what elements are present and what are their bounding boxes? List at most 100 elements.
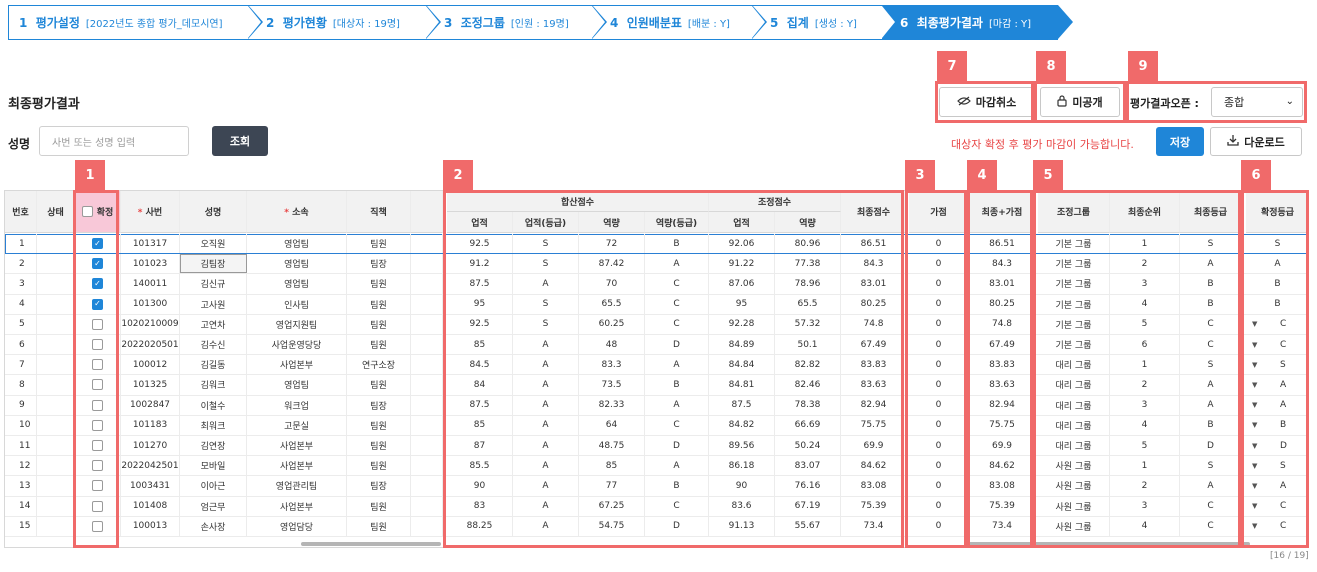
confirm-checkbox[interactable]: ✓ bbox=[92, 278, 103, 290]
cell-confirm[interactable] bbox=[75, 456, 121, 476]
cell-name[interactable]: 김길동 bbox=[180, 355, 247, 375]
table-row[interactable]: 10 101183 최워크 고문실 팀원 85 A 64 C 84.82 66.69 75.75 0 75… bbox=[5, 415, 1308, 436]
cell-confirm[interactable] bbox=[75, 355, 121, 375]
step-2[interactable]: 2 평가현황 [대상자 : 19명] bbox=[248, 5, 441, 40]
confirm-checkbox[interactable] bbox=[92, 440, 103, 452]
confirm-checkbox[interactable] bbox=[92, 480, 103, 492]
cell-confirmed-grade[interactable]: ▼ S bbox=[1246, 355, 1308, 374]
dropdown-arrow-icon[interactable]: ▼ bbox=[1252, 381, 1257, 389]
cell-confirm[interactable] bbox=[75, 415, 121, 435]
save-button[interactable]: 저장 bbox=[1156, 127, 1204, 156]
step-1[interactable]: 1 평가설정 [2022년도 종합 평가_데모시연] bbox=[8, 5, 263, 40]
cell-confirmed-grade[interactable]: ▼ C bbox=[1246, 497, 1308, 516]
confirm-checkbox[interactable] bbox=[92, 318, 103, 330]
step-4[interactable]: 4 인원배분표 [배분 : Y] bbox=[592, 5, 767, 40]
confirm-checkbox[interactable] bbox=[92, 379, 103, 391]
cell-name[interactable]: 김신규 bbox=[180, 274, 247, 294]
dropdown-arrow-icon[interactable]: ▼ bbox=[1252, 421, 1257, 429]
cell-name[interactable]: 오직원 bbox=[180, 234, 247, 254]
cell-name[interactable]: 김연장 bbox=[180, 436, 247, 456]
confirm-checkbox[interactable] bbox=[92, 460, 103, 472]
cell-confirmed-grade[interactable]: B bbox=[1246, 274, 1308, 293]
cell-name[interactable]: 엄근무 bbox=[180, 496, 247, 516]
cell-confirmed-grade[interactable]: ▼ C bbox=[1246, 517, 1308, 536]
cell-confirm[interactable] bbox=[75, 395, 121, 415]
cell-confirmed-grade[interactable]: ▼ S bbox=[1246, 456, 1308, 475]
table-row[interactable]: 14 101408 엄근무 사업본부 팀원 83 A 67.25 C 83.6 67.19 75.39… bbox=[5, 496, 1308, 517]
dropdown-arrow-icon[interactable]: ▼ bbox=[1252, 522, 1257, 530]
cell-confirmed-grade[interactable]: ▼ B bbox=[1246, 416, 1308, 435]
header-confirm-checkbox[interactable] bbox=[81, 206, 93, 217]
cell-confirmed-grade[interactable]: ▼ A bbox=[1246, 476, 1308, 495]
cell-confirmed-grade[interactable]: A bbox=[1246, 254, 1308, 273]
cell-confirm[interactable]: ✓ bbox=[75, 294, 121, 314]
confirm-checkbox[interactable]: ✓ bbox=[92, 238, 103, 250]
confirm-checkbox[interactable] bbox=[92, 339, 103, 351]
table-row[interactable]: 2 ✓ 101023 김팀장 영업팀 팀장 91.2 S 87.42 A 91.22 77.38 84.… bbox=[5, 254, 1308, 275]
confirm-checkbox[interactable] bbox=[92, 399, 103, 411]
table-row[interactable]: 11 101270 김연장 사업본부 팀원 87 A 48.75 D 89.56 50.24 69.9… bbox=[5, 436, 1308, 457]
table-row[interactable]: 8 101325 김워크 영업팀 팀원 84 A 73.5 B 84.81 82.46 83.63 0 8… bbox=[5, 375, 1308, 396]
table-row[interactable]: 15 100013 손사장 영업담당 팀원 88.25 A 54.75 D 91.13 55.67 7… bbox=[5, 516, 1308, 537]
close-cancel-button[interactable]: 마감취소 bbox=[939, 87, 1034, 117]
dropdown-arrow-icon[interactable]: ▼ bbox=[1252, 401, 1257, 409]
confirm-checkbox[interactable] bbox=[92, 520, 103, 532]
cell-confirm[interactable] bbox=[75, 314, 121, 334]
dropdown-arrow-icon[interactable]: ▼ bbox=[1252, 320, 1257, 328]
confirm-checkbox[interactable]: ✓ bbox=[92, 258, 103, 270]
step-5[interactable]: 5 집계 [생성 : Y] bbox=[752, 5, 897, 40]
cell-name[interactable]: 고사원 bbox=[180, 294, 247, 314]
cell-confirmed-grade[interactable]: ▼ D bbox=[1246, 436, 1308, 455]
private-button[interactable]: 미공개 bbox=[1040, 87, 1120, 117]
table-row[interactable]: 7 100012 김길동 사업본부 연구소장 84.5 A 83.3 A 84.84 82.82 83… bbox=[5, 355, 1308, 376]
table-row[interactable]: 13 1003431 이아근 영업관리팀 팀장 90 A 77 B 90 76.16 83.08 0 83… bbox=[5, 476, 1308, 497]
table-row[interactable]: 4 ✓ 101300 고사원 인사팀 팀원 95 S 65.5 C 95 65.5 80.25 0 80.2… bbox=[5, 294, 1308, 315]
cell-confirm[interactable]: ✓ bbox=[75, 234, 121, 254]
cell-confirm[interactable] bbox=[75, 335, 121, 355]
dropdown-arrow-icon[interactable]: ▼ bbox=[1252, 502, 1257, 510]
cell-confirmed-grade[interactable]: ▼ A bbox=[1246, 375, 1308, 394]
cell-confirm[interactable] bbox=[75, 516, 121, 536]
horizontal-scrollbar-left[interactable] bbox=[301, 542, 441, 546]
cell-name[interactable]: 김수신 bbox=[180, 335, 247, 355]
dropdown-arrow-icon[interactable]: ▼ bbox=[1252, 442, 1257, 450]
cell-name[interactable]: 이철수 bbox=[180, 395, 247, 415]
cell-confirmed-grade[interactable]: ▼ A bbox=[1246, 396, 1308, 415]
table-row[interactable]: 12 2022042501 모바일 사업본부 팀원 85.5 A 85 A 86.18 83.07 8… bbox=[5, 456, 1308, 477]
table-row[interactable]: 5 1020210009 고연차 영업지원팀 팀원 92.5 S 60.25 C 92.28 57.… bbox=[5, 314, 1308, 335]
cell-confirm[interactable] bbox=[75, 496, 121, 516]
cell-name[interactable]: 최워크 bbox=[180, 415, 247, 435]
cell-confirm[interactable]: ✓ bbox=[75, 274, 121, 294]
table-row[interactable]: 6 2022020501 김수신 사업운영당당 팀원 85 A 48 D 84.89 50.1 67.… bbox=[5, 335, 1308, 356]
cell-confirm[interactable]: ✓ bbox=[75, 254, 121, 274]
cell-name[interactable]: 모바일 bbox=[180, 456, 247, 476]
download-button[interactable]: 다운로드 bbox=[1210, 127, 1302, 156]
cell-confirmed-grade[interactable]: B bbox=[1246, 295, 1308, 314]
cell-confirm[interactable] bbox=[75, 436, 121, 456]
dropdown-arrow-icon[interactable]: ▼ bbox=[1252, 341, 1257, 349]
cell-confirm[interactable] bbox=[75, 476, 121, 496]
cell-name[interactable]: 손사장 bbox=[180, 516, 247, 536]
table-row[interactable]: 1 ✓ 101317 오직원 영업팀 팀원 92.5 S 72 B 92.06 80.96 86.51 0… bbox=[5, 234, 1308, 255]
dropdown-arrow-icon[interactable]: ▼ bbox=[1252, 361, 1257, 369]
horizontal-scrollbar-right[interactable] bbox=[965, 542, 1250, 546]
result-open-select[interactable]: 종합 ⌄ bbox=[1211, 87, 1303, 117]
cell-confirmed-grade[interactable]: ▼ C bbox=[1246, 315, 1308, 334]
cell-confirm[interactable] bbox=[75, 375, 121, 395]
dropdown-arrow-icon[interactable]: ▼ bbox=[1252, 462, 1257, 470]
cell-name[interactable]: 고연차 bbox=[180, 314, 247, 334]
table-row[interactable]: 3 ✓ 140011 김신규 영업팀 팀원 87.5 A 70 C 87.06 78.96 83.01 0… bbox=[5, 274, 1308, 295]
cell-confirmed-grade[interactable]: S bbox=[1246, 234, 1308, 253]
cell-name[interactable]: 김팀장 bbox=[180, 254, 247, 274]
cell-name[interactable]: 이아근 bbox=[180, 476, 247, 496]
confirm-checkbox[interactable] bbox=[92, 500, 103, 512]
search-input[interactable]: 사번 또는 성명 입력 bbox=[39, 126, 189, 156]
step-6-active[interactable]: 6 최종평가결과 [마감 : Y] bbox=[882, 5, 1073, 40]
confirm-checkbox[interactable] bbox=[92, 359, 103, 371]
confirm-checkbox[interactable]: ✓ bbox=[92, 298, 103, 310]
table-row[interactable]: 9 1002847 이철수 워크업 팀장 87.5 A 82.33 A 87.5 78.38 82.9… bbox=[5, 395, 1308, 416]
dropdown-arrow-icon[interactable]: ▼ bbox=[1252, 482, 1257, 490]
header-confirm[interactable]: 확정 bbox=[75, 191, 121, 233]
cell-name[interactable]: 김워크 bbox=[180, 375, 247, 395]
step-3[interactable]: 3 조정그룹 [인원 : 19명] bbox=[426, 5, 607, 40]
